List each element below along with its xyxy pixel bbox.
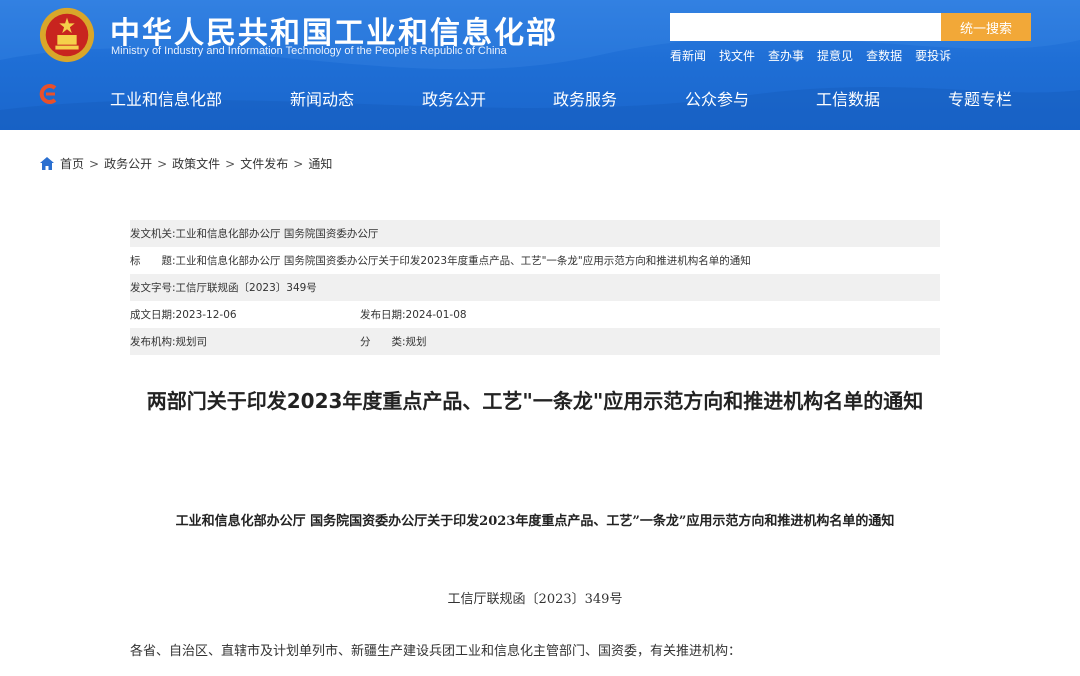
nav-item-news[interactable]: 新闻动态 [290,86,354,110]
nav-item-services[interactable]: 政务服务 [553,86,617,110]
article-heading: 两部门关于印发2023年度重点产品、工艺"一条龙"应用示范方向和推进机构名单的通… [146,389,924,413]
meta-doc-no-label: 发文字号: [130,282,176,294]
meta-issuer-value: 工业和信息化部办公厅 国务院国资委办公厅 [175,228,379,240]
site-subtitle: Ministry of Industry and Information Tec… [111,45,507,57]
breadcrumb-notice[interactable]: 通知 [308,155,332,172]
breadcrumb-doc-release[interactable]: 文件发布 [240,155,288,172]
nav-item-data[interactable]: 工信数据 [816,86,880,110]
meta-category: 分 类: 规划 [360,334,427,349]
quick-link-news[interactable]: 看新闻 [670,47,706,64]
breadcrumb-separator: > [89,156,100,171]
home-icon [40,157,54,170]
meta-category-value: 规划 [405,336,427,348]
meta-issuer: 发文机关: 工业和信息化部办公厅 国务院国资委办公厅 [130,226,378,241]
breadcrumb-separator: > [157,156,168,171]
meta-org: 发布机构: 规划司 [130,334,360,349]
meta-title-label: 标 题: [130,255,176,267]
meta-created-label: 成文日期: [130,309,176,321]
meta-published: 发布日期: 2024-01-08 [360,307,467,322]
ministry-logo-icon[interactable] [38,83,60,105]
quick-link-files[interactable]: 找文件 [719,47,755,64]
breadcrumb: 首页 > 政务公开 > 政策文件 > 文件发布 > 通知 [40,155,332,172]
quick-link-services[interactable]: 查办事 [768,47,804,64]
meta-issuer-label: 发文机关: [130,228,176,240]
breadcrumb-public-affairs[interactable]: 政务公开 [104,155,152,172]
meta-created-value: 2023-12-06 [175,308,237,321]
meta-published-value: 2024-01-08 [405,308,467,321]
national-emblem-icon [39,7,95,63]
quick-links: 看新闻 找文件 查办事 提意见 查数据 要投诉 [670,47,964,64]
meta-title-value: 工业和信息化部办公厅 国务院国资委办公厅关于印发2023年度重点产品、工艺"一条… [175,255,751,267]
nav-item-topics[interactable]: 专题专栏 [948,86,1012,110]
meta-org-label: 发布机构: [130,336,176,348]
meta-created: 成文日期: 2023-12-06 [130,307,360,322]
breadcrumb-separator: > [293,156,304,171]
search-input[interactable] [670,13,942,41]
meta-row-dates: 成文日期: 2023-12-06 发布日期: 2024-01-08 [130,301,940,328]
breadcrumb-policy-docs[interactable]: 政策文件 [172,155,220,172]
meta-category-label: 分 类: [360,336,406,348]
breadcrumb-separator: > [225,156,236,171]
meta-org-value: 规划司 [175,336,208,348]
breadcrumb-home[interactable]: 首页 [60,155,84,172]
meta-row-title: 标 题: 工业和信息化部办公厅 国务院国资委办公厅关于印发2023年度重点产品、… [130,247,940,274]
nav-item-public-affairs[interactable]: 政务公开 [422,86,486,110]
document-meta-table: 发文机关: 工业和信息化部办公厅 国务院国资委办公厅 标 题: 工业和信息化部办… [130,220,940,355]
document-number: 工信厅联规函〔2023〕349号 [447,592,623,607]
quick-link-feedback[interactable]: 提意见 [817,47,853,64]
nav-item-participation[interactable]: 公众参与 [685,86,749,110]
meta-doc-no-value: 工信厅联规函〔2023〕349号 [175,282,317,294]
meta-row-org: 发布机构: 规划司 分 类: 规划 [130,328,940,355]
search-button[interactable]: 统一搜索 [941,13,1031,41]
meta-title: 标 题: 工业和信息化部办公厅 国务院国资委办公厅关于印发2023年度重点产品、… [130,253,751,268]
meta-published-label: 发布日期: [360,309,406,321]
document-title: 工业和信息化部办公厅 国务院国资委办公厅关于印发2023年度重点产品、工艺”一条… [175,514,895,529]
quick-link-data[interactable]: 查数据 [866,47,902,64]
quick-link-complaint[interactable]: 要投诉 [915,47,951,64]
site-header: 中华人民共和国工业和信息化部 Ministry of Industry and … [0,0,1080,130]
nav-item-ministry[interactable]: 工业和信息化部 [110,86,222,110]
meta-row-doc-no: 发文字号: 工信厅联规函〔2023〕349号 [130,274,940,301]
meta-row-issuer: 发文机关: 工业和信息化部办公厅 国务院国资委办公厅 [130,220,940,247]
document-addressee: 各省、自治区、直辖市及计划单列市、新疆生产建设兵团工业和信息化主管部门、国资委，… [130,644,742,659]
meta-doc-no: 发文字号: 工信厅联规函〔2023〕349号 [130,280,317,295]
